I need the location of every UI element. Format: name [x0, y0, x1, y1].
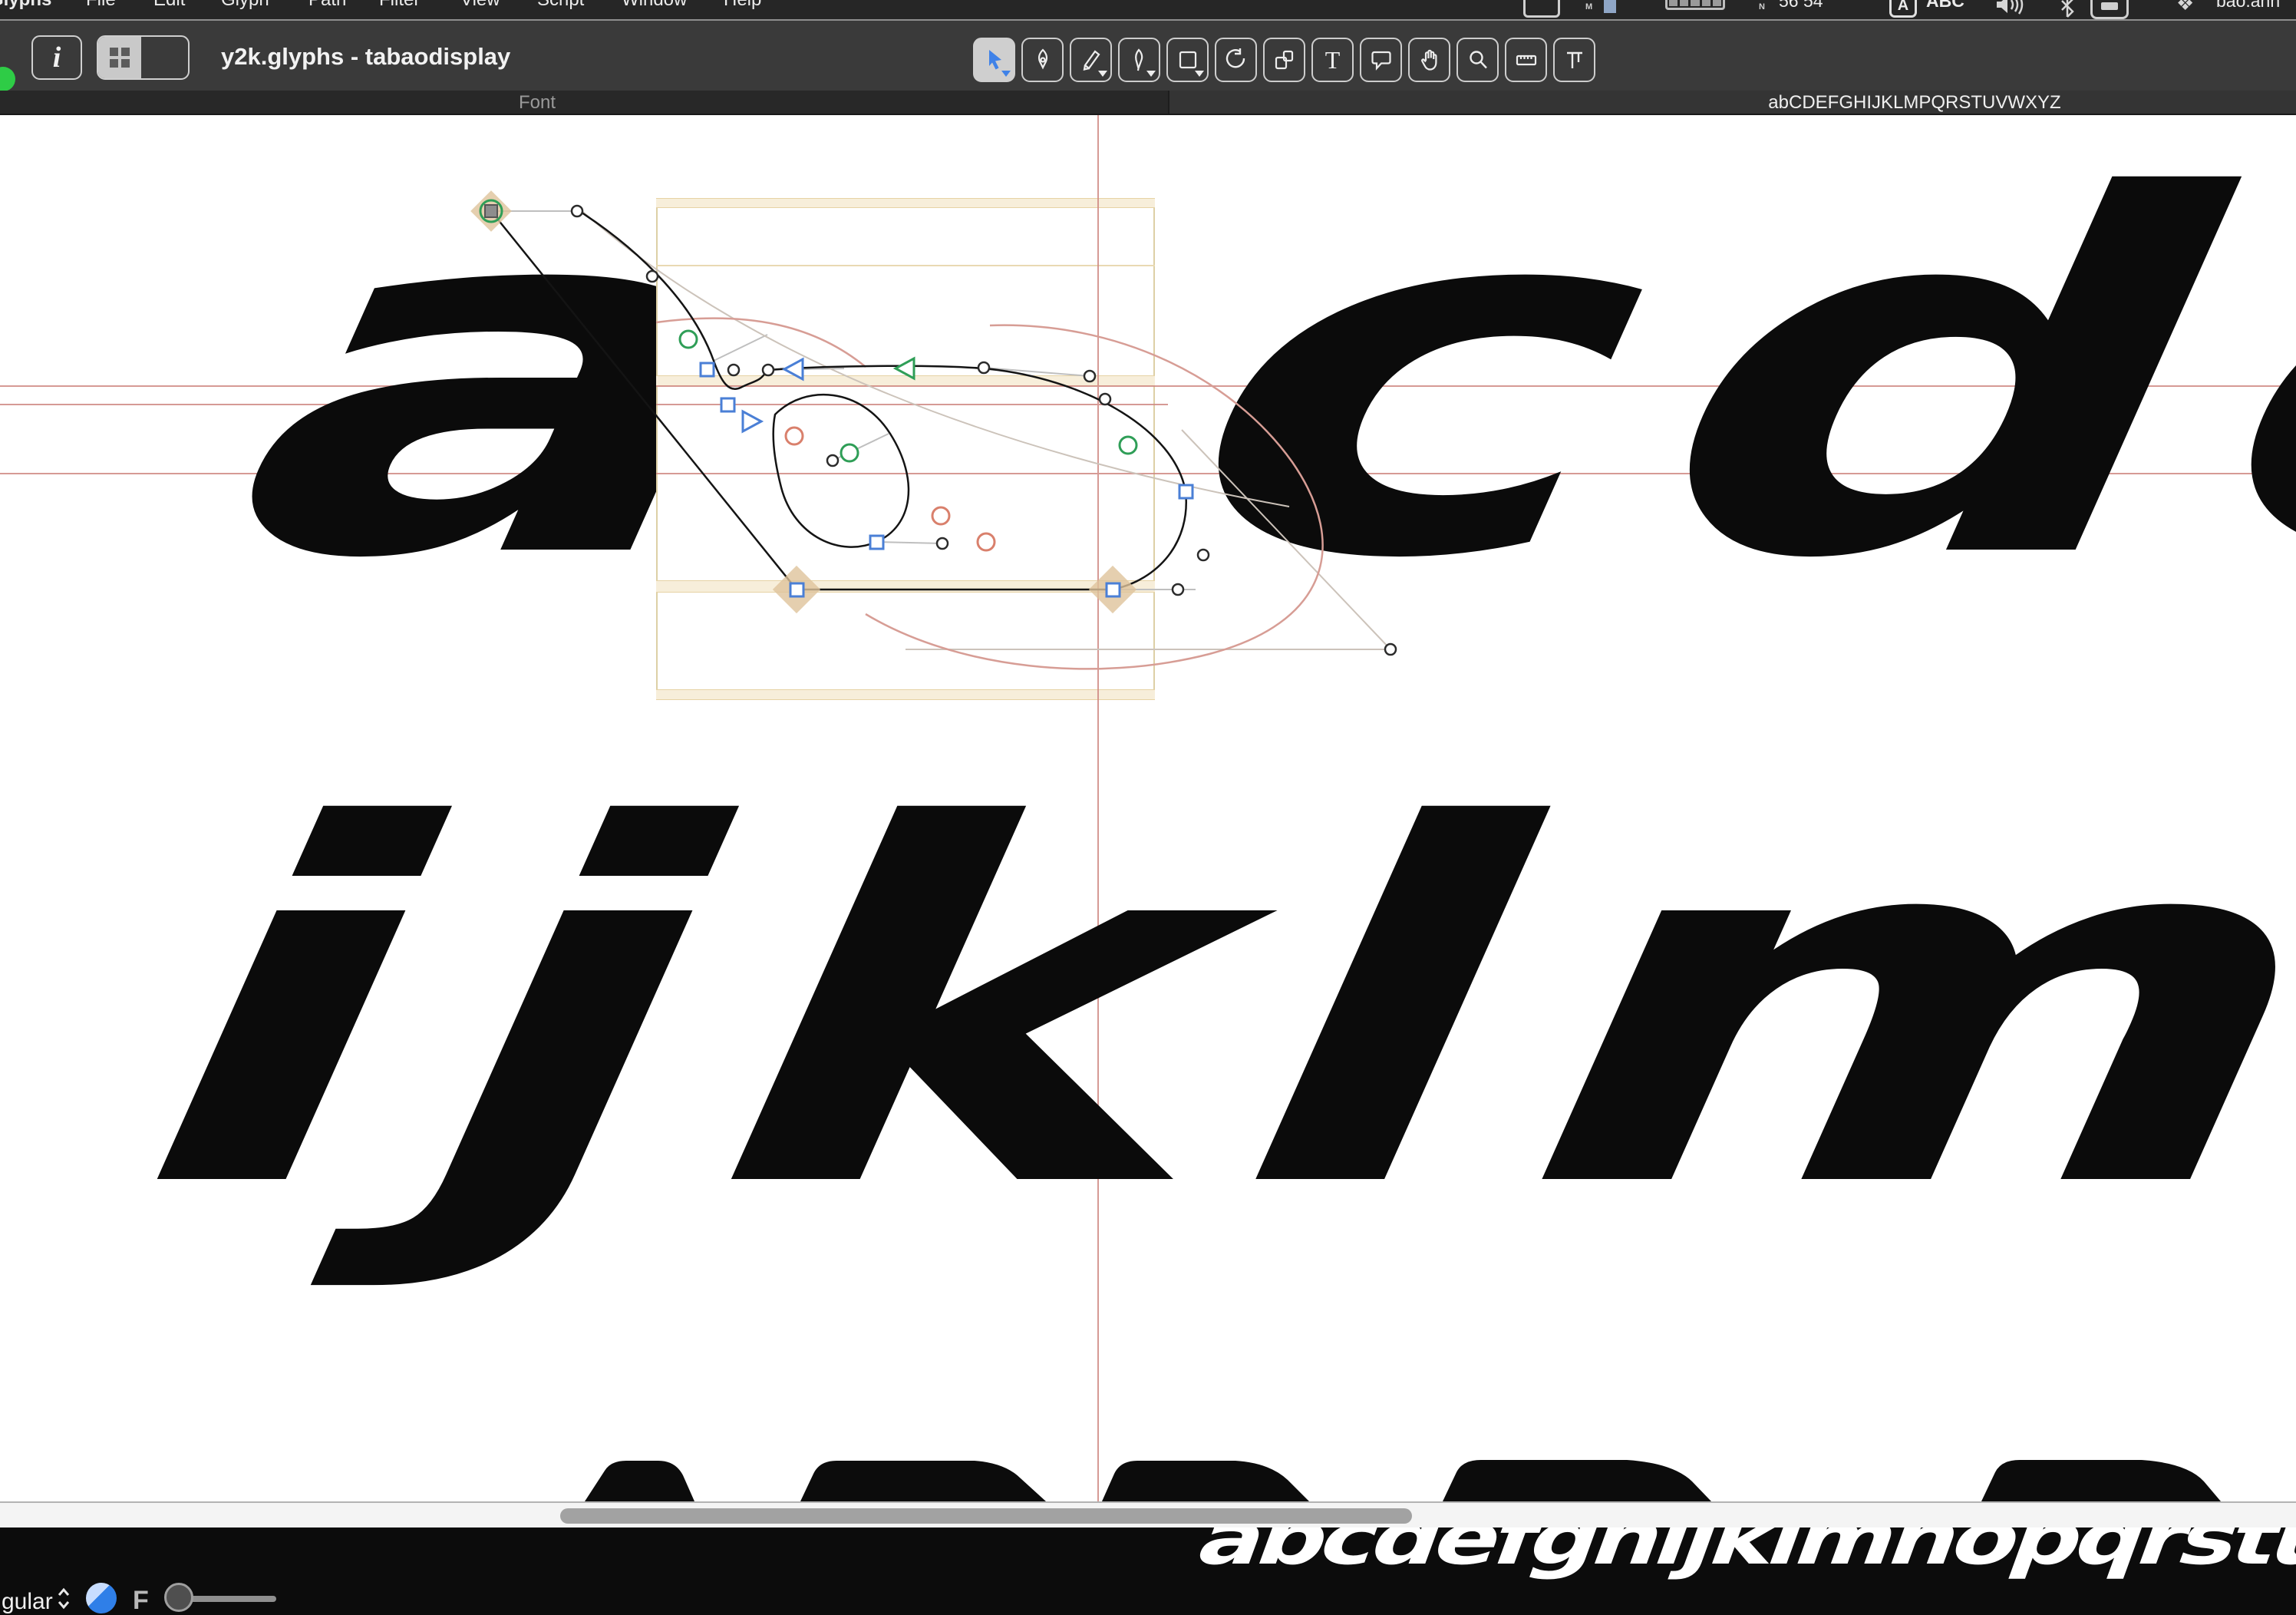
- scale-tool[interactable]: [1263, 38, 1305, 82]
- smooth-nodes[interactable]: [680, 331, 1136, 461]
- pen-nib-icon: [1031, 48, 1055, 72]
- list-view-segment[interactable]: [141, 37, 188, 78]
- select-tool[interactable]: [973, 38, 1015, 82]
- scrollbar-thumb[interactable]: [560, 1508, 1412, 1524]
- tab-font-label[interactable]: Font: [519, 92, 556, 114]
- magnifier-icon: [1466, 48, 1490, 72]
- keyboard-icon[interactable]: [1523, 0, 1560, 18]
- status-letter-m: M: [1585, 3, 1592, 12]
- menu-file[interactable]: File: [86, 0, 116, 10]
- metrics-tool[interactable]: [1553, 38, 1595, 82]
- sparkle-icon[interactable]: ❖: [2176, 0, 2194, 15]
- input-source-label[interactable]: ABC: [1926, 0, 1964, 12]
- preview-contrast-toggle[interactable]: [86, 1583, 117, 1613]
- horizontal-scrollbar[interactable]: [0, 1501, 2296, 1527]
- instance-stepper[interactable]: [57, 1587, 71, 1614]
- measure-tool[interactable]: [1505, 38, 1547, 82]
- tab-edit[interactable]: [1168, 91, 2296, 114]
- status-numbers[interactable]: 56 54: [1779, 0, 1823, 12]
- glyph-b-outline[interactable]: [491, 211, 1186, 590]
- caret-icon: [1146, 71, 1156, 77]
- rotate-icon: [1224, 48, 1249, 72]
- traffic-light-green[interactable]: [0, 67, 15, 91]
- row3-letter-tops[interactable]: [585, 1460, 2221, 1501]
- draw-tool[interactable]: [1021, 38, 1064, 82]
- user-name[interactable]: bao.anh: [2216, 0, 2280, 12]
- metrics-icon: [1562, 48, 1587, 72]
- primitives-tool[interactable]: [1166, 38, 1209, 82]
- menu-script[interactable]: Script: [537, 0, 584, 10]
- anchor-nodes[interactable]: [786, 428, 995, 550]
- stepper-chevrons-icon: [57, 1587, 71, 1610]
- menu-filter[interactable]: Filter: [379, 0, 420, 10]
- tab-bar: Font abCDEFGHIJKLMPQRSTUVWXYZ: [0, 91, 2296, 115]
- menu-help[interactable]: Help: [724, 0, 761, 10]
- menu-view[interactable]: View: [460, 0, 500, 10]
- pen-tool[interactable]: [1118, 38, 1160, 82]
- tool-palette: T: [973, 38, 1595, 82]
- flip-preview-button[interactable]: F: [133, 1586, 149, 1615]
- glyphs-app-window: { "menu_bar": { "items": ["Glyphs", "Fil…: [0, 0, 2296, 1615]
- menu-bar: Glyphs File Edit Glyph Path Filter View …: [0, 0, 2296, 19]
- caret-icon: [1098, 71, 1107, 77]
- hand-tool[interactable]: [1408, 38, 1450, 82]
- menu-path[interactable]: Path: [308, 0, 346, 10]
- menu-edit[interactable]: Edit: [153, 0, 185, 10]
- cpu-meter-icon[interactable]: [1604, 0, 1616, 13]
- shape-rect-icon: [1176, 48, 1200, 72]
- speech-bubble-icon: [1369, 48, 1394, 72]
- input-source-icon[interactable]: A: [1889, 0, 1917, 18]
- pencil-tool[interactable]: [1070, 38, 1112, 82]
- grid-view-segment[interactable]: [98, 37, 141, 78]
- view-mode-segmented-control[interactable]: [97, 35, 190, 80]
- tab-edit-label[interactable]: abCDEFGHIJKLMPQRSTUVWXYZ: [1768, 92, 2060, 114]
- caret-icon: [1001, 71, 1011, 77]
- display-icon[interactable]: [2090, 0, 2129, 19]
- text-tool-icon: T: [1325, 48, 1341, 72]
- window-title: y2k.glyphs - tabaodisplay: [221, 21, 510, 92]
- preview-size-slider-thumb[interactable]: [164, 1583, 193, 1612]
- pencil-icon: [1079, 48, 1103, 72]
- scale-icon: [1272, 48, 1297, 72]
- edit-layer: [0, 115, 2296, 1501]
- rotate-tool[interactable]: [1215, 38, 1257, 82]
- zoom-tool[interactable]: [1456, 38, 1499, 82]
- caret-icon: [1195, 71, 1204, 77]
- ruler-icon: [1514, 48, 1539, 72]
- status-letter-u: U: [1651, 0, 1658, 2]
- preview-strip: abcdefghijklmnopqrstuvwxyz gular F: [0, 1527, 2296, 1615]
- hand-icon: [1417, 48, 1442, 72]
- menu-glyphs[interactable]: Glyphs: [0, 0, 51, 10]
- text-tool[interactable]: T: [1311, 38, 1354, 82]
- status-letter-n: N: [1759, 3, 1765, 12]
- tab-font[interactable]: [0, 91, 1168, 114]
- pen-icon: [1127, 48, 1152, 72]
- grid-icon: [110, 48, 130, 68]
- selected-node-highlights: [470, 190, 1136, 613]
- instance-name[interactable]: gular: [2, 1589, 53, 1615]
- annotation-tool[interactable]: [1360, 38, 1402, 82]
- preview-alphabet: abcdefghijklmnopqrstuvwxyz: [1188, 1527, 2296, 1576]
- cursor-icon: [982, 48, 1007, 72]
- glyph-edit-canvas[interactable]: a cde ijklmn: [0, 115, 2296, 1501]
- usage-meter-icon[interactable]: [1665, 0, 1725, 10]
- bluetooth-icon[interactable]: [2060, 0, 2075, 19]
- handle-sticks: [491, 211, 1196, 590]
- menu-window[interactable]: Window: [622, 0, 687, 10]
- window-title-bar: i y2k.glyphs - tabaodisplay: [0, 19, 2296, 91]
- menu-glyph[interactable]: Glyph: [221, 0, 269, 10]
- font-info-button[interactable]: i: [31, 35, 82, 80]
- volume-icon[interactable]: [1994, 0, 2024, 19]
- background-bbox-lines: [579, 209, 1390, 649]
